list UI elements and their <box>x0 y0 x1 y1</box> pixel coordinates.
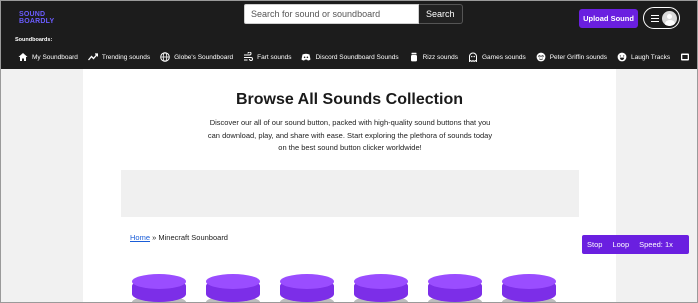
nav-item-label: Games sounds <box>482 53 526 61</box>
breadcrumb: Home » Minecraft Sounboard <box>130 233 228 242</box>
sound-button[interactable] <box>206 274 260 302</box>
board-icon <box>680 52 690 62</box>
search-input[interactable] <box>244 4 419 24</box>
browser-page: SOUND BOARDLY Search Upload Sound Soundb… <box>0 0 698 303</box>
breadcrumb-home-link[interactable]: Home <box>130 233 150 242</box>
trending-icon <box>87 52 98 62</box>
search-bar: Search <box>244 4 463 24</box>
nav-item-trending[interactable]: Trending sounds <box>87 51 151 63</box>
page-description: Discover our all of our sound button, pa… <box>207 118 493 152</box>
sound-button[interactable] <box>354 274 408 302</box>
nav-item-discord-soundboard[interactable]: Discord Soundboard Sounds <box>301 51 399 63</box>
avatar <box>662 11 677 26</box>
face-icon <box>536 52 546 62</box>
top-header: SOUND BOARDLY Search Upload Sound <box>1 1 697 34</box>
nav-item-label: Fart sounds <box>257 53 292 61</box>
breadcrumb-current: Minecraft Sounboard <box>158 233 228 242</box>
nav-item-globes-soundboard[interactable]: Globe's Soundboard <box>160 51 233 63</box>
nav-caption: Soundboards: <box>15 37 53 43</box>
sound-button[interactable] <box>502 274 556 302</box>
logo-line1: SOUND <box>19 11 46 18</box>
nav-item-label: Laugh Tracks <box>631 53 671 61</box>
speed-button[interactable]: Speed: 1x <box>634 240 678 249</box>
nav-item-my-soundboard[interactable]: My Soundboard <box>18 51 78 63</box>
nav-item-label: Rizz sounds <box>422 53 458 61</box>
sound-button[interactable] <box>428 274 482 302</box>
ad-placeholder <box>121 170 579 217</box>
nav-item-laugh-tracks[interactable]: Laugh Tracks <box>617 51 670 63</box>
home-icon <box>18 52 28 62</box>
main-content: Browse All Sounds Collection Discover ou… <box>83 69 616 302</box>
player-controls: Stop Loop Speed: 1x <box>582 235 689 254</box>
nav-items: My Soundboard Trending sounds Globe's So… <box>18 51 697 63</box>
nav-item-rizz-sounds[interactable]: Rizz sounds <box>409 51 458 63</box>
ghost-icon <box>468 52 478 62</box>
logo-line2: BOARDLY <box>19 18 55 25</box>
nav-item-peter-griffin-sounds[interactable]: Peter Griffin sounds <box>536 51 607 63</box>
soundboards-nav: Soundboards: My Soundboard Trending soun… <box>1 34 697 69</box>
search-button[interactable]: Search <box>419 4 463 24</box>
sound-button[interactable] <box>132 274 186 302</box>
hamburger-menu-icon <box>651 15 659 23</box>
nav-item-label: My Soundboard <box>32 53 78 61</box>
user-menu-button[interactable] <box>643 7 680 29</box>
nav-item-fart-sounds[interactable]: Fart sounds <box>243 51 291 63</box>
loop-button[interactable]: Loop <box>607 240 634 249</box>
nav-item-label: Discord Soundboard Sounds <box>315 53 399 61</box>
wind-icon <box>243 52 254 62</box>
upload-sound-button[interactable]: Upload Sound <box>579 9 638 28</box>
nav-item-games-sounds[interactable]: Games sounds <box>468 51 526 63</box>
laugh-icon <box>617 52 627 62</box>
stop-button[interactable]: Stop <box>582 240 607 249</box>
nav-item-overflow[interactable] <box>680 51 694 63</box>
globe-icon <box>160 52 170 62</box>
nav-item-label: Globe's Soundboard <box>174 53 234 61</box>
page-title: Browse All Sounds Collection <box>236 91 463 108</box>
nav-item-label: Trending sounds <box>101 53 151 61</box>
jar-icon <box>409 52 419 62</box>
site-logo[interactable]: SOUND BOARDLY <box>19 11 59 25</box>
nav-item-label: Peter Griffin sounds <box>549 53 608 61</box>
sound-button[interactable] <box>280 274 334 302</box>
discord-icon <box>301 52 311 62</box>
